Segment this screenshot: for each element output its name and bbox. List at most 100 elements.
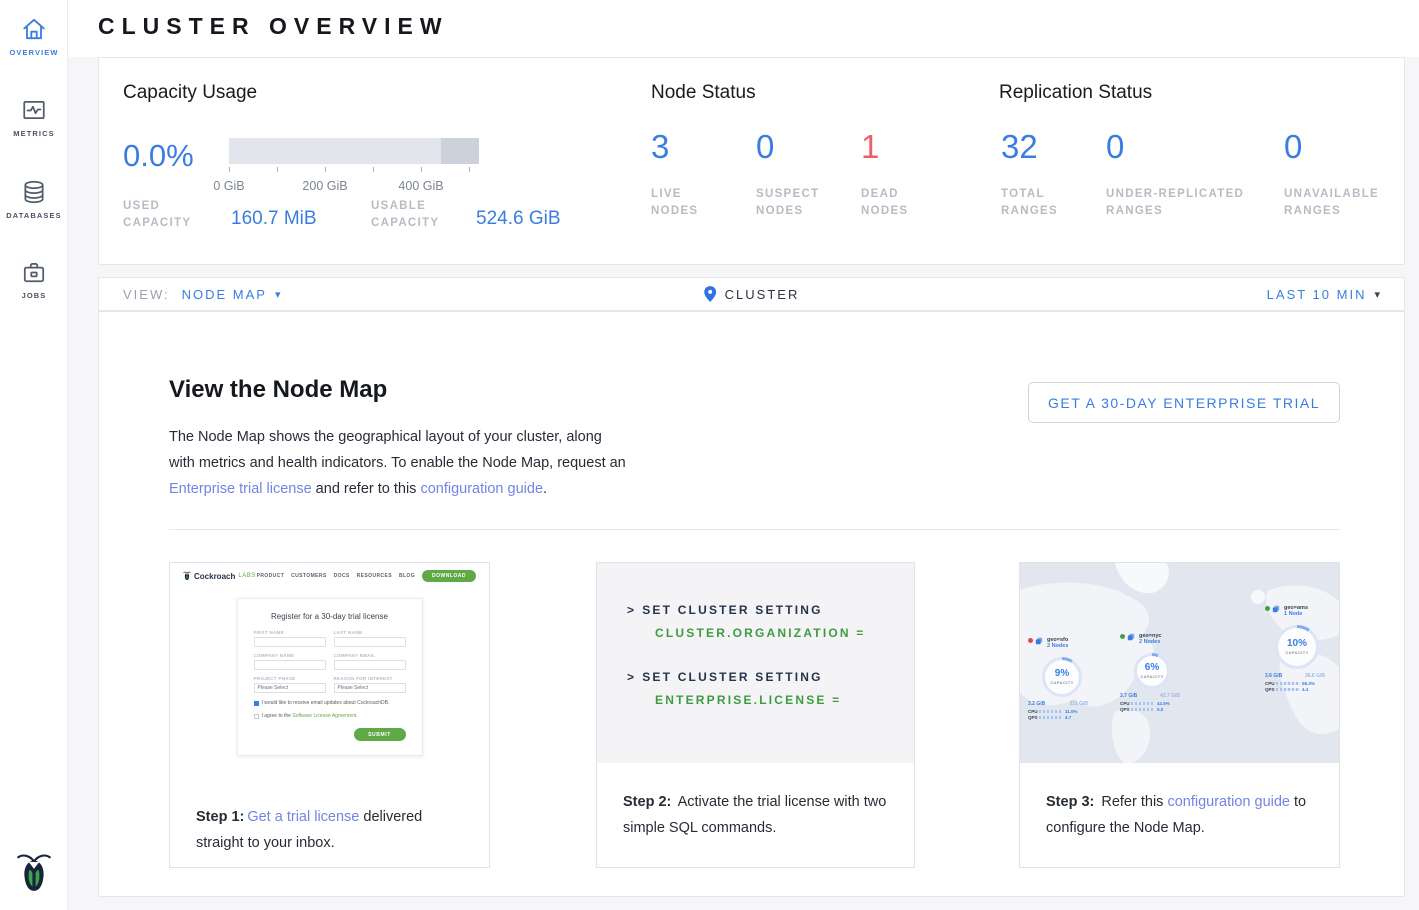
caret-down-icon: ▾: [275, 288, 281, 301]
text-input: [334, 637, 406, 647]
metric-value: 3: [651, 130, 725, 164]
region-used: 3.6 GiB: [1265, 673, 1282, 679]
step-2-card: >SET CLUSTER SETTING CLUSTER.ORGANIZATIO…: [596, 562, 915, 868]
under-replicated-ranges-metric: 0 UNDER-REPLICATED RANGES: [1106, 130, 1274, 220]
qps-value: 4.4: [1302, 687, 1308, 692]
map-region-ams: geo=ams1 Node 10% CAPACITY 3.6 GiB36.6 G…: [1265, 605, 1308, 617]
enterprise-trial-button[interactable]: GET A 30-DAY ENTERPRISE TRIAL: [1028, 382, 1340, 423]
sidebar-item-databases[interactable]: DATABASES: [0, 179, 68, 220]
cockroach-logo-icon[interactable]: [16, 852, 52, 894]
breadcrumb-cluster: CLUSTER: [704, 286, 800, 302]
sidebar-item-jobs[interactable]: JOBS: [0, 259, 68, 300]
view-dropdown[interactable]: NODE MAP ▾: [182, 287, 281, 302]
view-dropdown-value: NODE MAP: [182, 287, 267, 302]
nav-link: PRODUCT: [257, 573, 285, 579]
configuration-guide-link[interactable]: configuration guide: [420, 481, 543, 497]
form-field: PROJECT PHASEPlease Select: [254, 676, 326, 693]
qps-sparkline: [1131, 708, 1155, 711]
time-range-dropdown[interactable]: LAST 10 MIN ▾: [1267, 287, 1380, 302]
capacity-gauge: 9% CAPACITY: [1042, 657, 1082, 697]
qps-label: QPS: [1120, 707, 1129, 712]
sql-keyword: SET CLUSTER SETTING: [642, 670, 822, 684]
page-header: CLUSTER OVERVIEW: [68, 0, 1419, 57]
page-title: CLUSTER OVERVIEW: [98, 13, 449, 40]
sql-setting: CLUSTER.ORGANIZATION =: [655, 626, 914, 640]
qps-sparkline: [1039, 716, 1063, 719]
step-3-card: geo=sfo2 Nodes 9% CAPACITY 3.2 GiB331 Gi…: [1019, 562, 1340, 868]
capacity-used-percent: 0.0%: [123, 138, 194, 174]
time-range-value: LAST 10 MIN: [1267, 287, 1367, 302]
brand-suffix: LABS: [238, 573, 255, 579]
license-agreement-link: Software License Agreement.: [292, 713, 357, 719]
app-root: OVERVIEW METRICS DATABASES JOBS: [0, 0, 1419, 910]
step-label: Step 3:: [1046, 794, 1094, 810]
region-used: 3.2 GiB: [1028, 701, 1045, 707]
gauge-label: CAPACITY: [1140, 674, 1163, 679]
step-3-caption: Step 3: Refer this configuration guide t…: [1020, 763, 1339, 841]
capacity-usage-title: Capacity Usage: [123, 82, 257, 104]
step-1-card: CockroachLABS PRODUCT CUSTOMERS DOCS RES…: [169, 562, 490, 868]
panel-description: The Node Map shows the geographical layo…: [169, 424, 629, 502]
region-node-count: 2 Nodes: [1047, 643, 1068, 649]
form-field: FIRST NAME: [254, 630, 326, 647]
qps-value: 0.0: [1157, 707, 1163, 712]
text-input: [334, 660, 406, 670]
node-map-panel: View the Node Map The Node Map shows the…: [98, 311, 1405, 897]
form-field: LAST NAME: [334, 630, 406, 647]
sidebar-item-label: METRICS: [13, 129, 54, 138]
metric-value: 0: [1106, 130, 1274, 164]
used-capacity-label: USED CAPACITY: [123, 198, 209, 232]
nav-link: CUSTOMERS: [291, 573, 326, 579]
sidebar-item-label: JOBS: [22, 291, 47, 300]
region-node-count: 2 Nodes: [1139, 639, 1161, 645]
sql-command: >SET CLUSTER SETTING ENTERPRISE.LICENSE …: [627, 670, 914, 707]
step-2-caption: Step 2: Activate the trial license with …: [597, 763, 914, 841]
map-region-nyc: geo=nyc2 Nodes 6% CAPACITY 3.7 GiB43.7 G…: [1120, 633, 1161, 645]
get-trial-license-link[interactable]: Get a trial license: [247, 809, 359, 825]
main-content: CLUSTER OVERVIEW Capacity Usage 0.0% 0 G…: [68, 0, 1419, 910]
field-label: COMPANY NAME: [254, 653, 326, 658]
region-stats: 3.6 GiB36.6 GiB CPU58.3% QPS4.4: [1265, 673, 1325, 692]
checkbox-checked-icon: [254, 701, 259, 706]
capacity-axis: 0 GiB 200 GiB 400 GiB: [229, 167, 479, 173]
region-marker: geo=sfo2 Nodes: [1028, 637, 1068, 649]
field-label: REASON FOR INTEREST: [334, 676, 406, 681]
cpu-value: 58.3%: [1302, 681, 1315, 686]
gauge-label: CAPACITY: [1285, 650, 1308, 655]
view-toolbar: VIEW: NODE MAP ▾ CLUSTER LAST 10 MIN ▾: [98, 277, 1405, 311]
metric-value: 0: [756, 130, 840, 164]
enterprise-trial-license-link[interactable]: Enterprise trial license: [169, 481, 312, 497]
step-text: Refer this: [1097, 794, 1167, 810]
sql-setting: ENTERPRISE.LICENSE =: [655, 693, 914, 707]
node-status-title: Node Status: [651, 82, 756, 104]
region-used: 3.7 GiB: [1120, 693, 1137, 699]
sidebar-item-metrics[interactable]: METRICS: [0, 97, 68, 138]
metric-label: DEAD NODES: [861, 186, 925, 220]
metric-value: 1: [861, 130, 925, 164]
node-cube-icon: [1035, 637, 1043, 645]
nav-link: BLOG: [399, 573, 415, 579]
live-status-dot-icon: [1265, 606, 1270, 611]
cpu-label: CPU: [1028, 709, 1037, 714]
form-field: COMPANY NAME: [254, 653, 326, 670]
metric-value: 0: [1284, 130, 1400, 164]
node-map-screenshot: geo=sfo2 Nodes 9% CAPACITY 3.2 GiB331 Gi…: [1020, 563, 1339, 763]
nav-link: DOCS: [334, 573, 350, 579]
cpu-value: 11.0%: [1065, 709, 1078, 714]
form-field: REASON FOR INTERESTPlease Select: [334, 676, 406, 693]
gauge-percent: 10%: [1287, 639, 1307, 649]
metric-label: LIVE NODES: [651, 186, 725, 220]
live-status-dot-icon: [1120, 634, 1125, 639]
node-cube-icon: [1127, 633, 1135, 641]
gauge-percent: 6%: [1145, 663, 1159, 673]
capacity-gauge: 10% CAPACITY: [1275, 625, 1319, 669]
sidebar-item-overview[interactable]: OVERVIEW: [0, 16, 68, 57]
live-nodes-metric: 3 LIVE NODES: [651, 130, 725, 220]
select-input: Please Select: [254, 683, 326, 693]
region-stats: 3.7 GiB43.7 GiB CPU42.5% QPS0.0: [1120, 693, 1180, 712]
configuration-guide-link[interactable]: configuration guide: [1167, 794, 1290, 810]
mini-site-brand: CockroachLABS: [183, 571, 256, 581]
usable-capacity-label: USABLE CAPACITY: [371, 198, 467, 232]
metric-label: UNAVAILABLE RANGES: [1284, 186, 1400, 220]
field-label: COMPANY EMAIL: [334, 653, 406, 658]
